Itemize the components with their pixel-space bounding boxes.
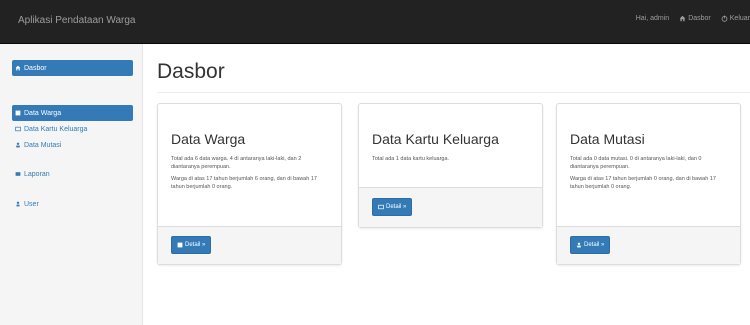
sidebar-item-label: Data Mutasi	[24, 141, 62, 149]
sidebar-item-data-mutasi[interactable]: Data Mutasi	[12, 137, 133, 153]
page-title: Dasbor	[157, 60, 225, 83]
sidebar-item-user[interactable]: User	[12, 196, 133, 212]
card-data-mutasi: Data Mutasi Total ada 0 data mutasi. 0 d…	[556, 103, 741, 265]
list-icon	[15, 110, 21, 116]
sidebar-item-label: Data Warga	[24, 109, 62, 117]
card-data-warga: Data Warga Total ada 6 data warga. 4 di …	[157, 103, 342, 265]
card-footer: Detail »	[158, 226, 341, 264]
list-icon	[177, 242, 183, 248]
detail-button-label: Detail »	[386, 204, 407, 210]
sidebar-item-label: User	[24, 200, 39, 208]
top-navbar: Aplikasi Pendataan Warga Hai, admin Dasb…	[0, 0, 750, 44]
detail-button[interactable]: Detail »	[171, 236, 212, 254]
card-text-secondary: Warga di atas 17 tahun berjumlah 6 orang…	[171, 176, 317, 190]
nav-user[interactable]: Hai, admin	[636, 15, 669, 22]
sidebar-item-dasbor[interactable]: Dasbor	[12, 60, 133, 76]
user-greeting: Hai, admin	[635, 15, 670, 22]
navbar-right-menu: Hai, admin Dasbor Keluar	[636, 15, 750, 22]
detail-button[interactable]: Detail »	[570, 236, 611, 254]
sidebar-item-laporan[interactable]: Laporan	[12, 166, 133, 182]
nav-dasbor-label: Dasbor	[688, 15, 711, 22]
report-icon	[15, 172, 21, 176]
id-card-icon	[15, 126, 21, 132]
power-icon	[721, 15, 728, 22]
users-icon	[16, 142, 20, 148]
card-title: Data Mutasi	[570, 131, 645, 147]
home-icon	[15, 65, 21, 71]
card-footer: Detail »	[557, 226, 740, 264]
app-brand[interactable]: Aplikasi Pendataan Warga	[18, 15, 135, 26]
detail-button-label: Detail »	[185, 242, 206, 248]
sidebar: Dasbor Data Warga Data Kartu Keluarga Da…	[0, 44, 143, 325]
card-text: Total ada 6 data warga. 4 di antaranya l…	[171, 156, 302, 170]
nav-dasbor[interactable]: Dasbor	[679, 15, 711, 22]
sidebar-item-label: Laporan	[24, 170, 50, 178]
card-title: Data Kartu Keluarga	[372, 131, 499, 147]
title-divider	[157, 92, 750, 93]
nav-logout[interactable]: Keluar	[721, 15, 750, 22]
card-data-kartu-keluarga: Data Kartu Keluarga Total ada 1 data kar…	[358, 103, 543, 228]
card-text: Total ada 1 data kartu keluarga.	[372, 156, 450, 162]
detail-button-label: Detail »	[584, 242, 605, 248]
home-icon	[679, 15, 686, 22]
card-text-secondary: Warga di atas 17 tahun berjumlah 0 orang…	[570, 176, 716, 190]
detail-button[interactable]: Detail »	[372, 198, 413, 216]
sidebar-item-data-kartu-keluarga[interactable]: Data Kartu Keluarga	[12, 121, 133, 137]
user-icon	[16, 201, 20, 207]
sidebar-item-data-warga[interactable]: Data Warga	[12, 105, 133, 121]
nav-logout-label: Keluar	[729, 15, 750, 22]
card-text: Total ada 0 data mutasi. 0 di antaranya …	[570, 156, 702, 170]
sidebar-item-label: Data Kartu Keluarga	[24, 125, 88, 133]
sidebar-item-label: Dasbor	[24, 64, 47, 72]
card-footer: Detail »	[359, 187, 542, 227]
users-icon	[577, 242, 581, 248]
id-card-icon	[378, 204, 384, 210]
card-title: Data Warga	[171, 131, 246, 147]
